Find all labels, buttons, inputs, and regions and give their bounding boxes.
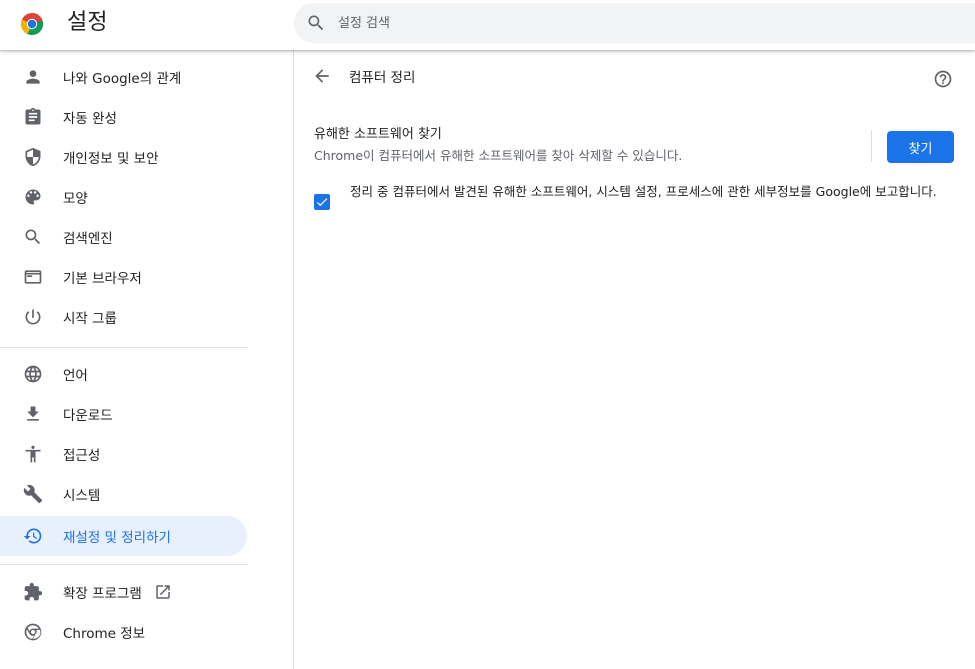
sidebar-item-label: 자동 완성 [63, 111, 117, 127]
shield-icon [23, 147, 43, 167]
open-in-new-icon [154, 583, 172, 601]
sidebar-item-label: 시스템 [63, 488, 101, 504]
find-harmful-software-title: 유해한 소프트웨어 찾기 [314, 127, 442, 142]
search-icon [306, 13, 326, 33]
sidebar-item-label: 다운로드 [63, 408, 113, 424]
arrow-back-icon [312, 66, 332, 90]
sidebar-item-autofill[interactable]: 자동 완성 [0, 97, 247, 137]
sidebar-item-label: 기본 브라우저 [63, 271, 142, 287]
sidebar-item-appearance[interactable]: 모양 [0, 177, 247, 217]
sidebar-item-downloads[interactable]: 다운로드 [0, 394, 247, 434]
sidebar-item-label: 검색엔진 [63, 231, 113, 247]
palette-icon [23, 187, 43, 207]
sidebar-item-you-and-google[interactable]: 나와 Google의 관계 [0, 57, 247, 97]
sidebar-item-system[interactable]: 시스템 [0, 474, 247, 514]
sidebar-item-label: 재설정 및 정리하기 [63, 530, 171, 546]
settings-search-box[interactable] [294, 3, 975, 43]
sidebar-item-label: 개인정보 및 보안 [63, 151, 159, 167]
clipboard-icon [23, 107, 43, 127]
sidebar-item-reset-and-cleanup[interactable]: 재설정 및 정리하기 [0, 516, 247, 556]
settings-toolbar: 설정 [0, 0, 975, 50]
find-button[interactable]: 찾기 [887, 131, 954, 163]
row-separator [871, 130, 872, 162]
globe-icon [23, 364, 43, 384]
sidebar-item-label: 시작 그룹 [63, 311, 117, 327]
sidebar-item-about-chrome[interactable]: Chrome 정보 [0, 612, 247, 652]
main-content: 컴퓨터 정리 유해한 소프트웨어 찾기 Chrome이 컴퓨터에서 유해한 소프… [294, 50, 975, 669]
find-harmful-software-description: Chrome이 컴퓨터에서 유해한 소프트웨어를 찾아 삭제할 수 있습니다. [314, 148, 683, 163]
sidebar-item-extensions[interactable]: 확장 프로그램 [0, 572, 247, 612]
sidebar-item-privacy-security[interactable]: 개인정보 및 보안 [0, 137, 247, 177]
sidebar-item-label: 접근성 [63, 448, 101, 464]
sidebar-item-label: 확장 프로그램 [63, 586, 142, 602]
chrome-icon [23, 622, 43, 642]
sidebar-item-label: Chrome 정보 [63, 626, 146, 642]
accessibility-icon [23, 444, 43, 464]
wrench-icon [23, 484, 43, 504]
chrome-logo-icon [20, 12, 44, 36]
download-icon [23, 404, 43, 424]
person-icon [23, 67, 43, 87]
restore-icon [23, 526, 43, 546]
sidebar-nav: 나와 Google의 관계 자동 완성 개인정보 및 보안 모양 검색엔진 기본… [0, 50, 293, 669]
help-button[interactable] [933, 69, 953, 89]
power-icon [23, 307, 43, 327]
sidebar-divider [0, 347, 248, 348]
help-icon [933, 70, 953, 93]
puzzle-icon [23, 582, 43, 602]
report-details-label: 정리 중 컴퓨터에서 발견된 유해한 소프트웨어, 시스템 설정, 프로세스에 … [350, 184, 937, 199]
search-input[interactable] [338, 3, 958, 43]
back-button[interactable] [310, 66, 334, 90]
browser-icon [23, 267, 43, 287]
sidebar-item-search-engine[interactable]: 검색엔진 [0, 217, 247, 257]
checkmark-icon [316, 198, 328, 207]
sidebar-item-default-browser[interactable]: 기본 브라우저 [0, 257, 247, 297]
sidebar-item-label: 나와 Google의 관계 [63, 71, 182, 87]
sidebar-divider [0, 564, 248, 565]
sidebar-item-languages[interactable]: 언어 [0, 354, 247, 394]
sidebar-item-on-startup[interactable]: 시작 그룹 [0, 297, 247, 337]
app-title: 설정 [67, 10, 108, 35]
report-details-checkbox[interactable] [314, 194, 330, 210]
sidebar-item-label: 언어 [63, 368, 88, 384]
sidebar-item-label: 모양 [63, 191, 88, 207]
search-icon [23, 227, 43, 247]
sidebar-item-accessibility[interactable]: 접근성 [0, 434, 247, 474]
page-title: 컴퓨터 정리 [349, 70, 416, 86]
